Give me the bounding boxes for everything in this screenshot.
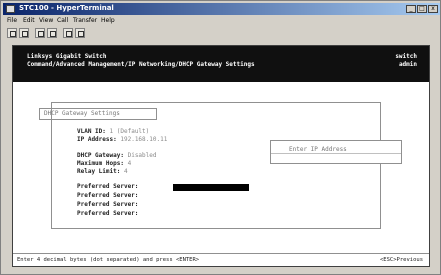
app-icon [6, 5, 15, 13]
preferred-server-label: Preferred Server: [77, 201, 139, 208]
device-title: Linksys Gigabit Switch [27, 53, 107, 60]
vlan-id-row: VLAN ID: 1 (Default) [77, 128, 149, 135]
vlan-id-label: VLAN ID: [77, 128, 106, 135]
disconnect-icon[interactable] [47, 28, 57, 38]
open-icon[interactable] [19, 28, 29, 38]
hyperterminal-window: STC100 - HyperTerminal _ □ x File Edit V… [0, 0, 441, 275]
preferred-server-row[interactable]: Preferred Server: [77, 201, 138, 208]
phone-icon[interactable] [35, 28, 45, 38]
ip-address-prompt[interactable]: Enter IP Address [270, 140, 402, 164]
dhcp-gateway-value[interactable]: Disabled [128, 152, 157, 159]
close-button[interactable]: x [428, 5, 438, 13]
minimize-button[interactable]: _ [406, 5, 416, 13]
menu-edit[interactable]: Edit [23, 17, 35, 24]
dhcp-gateway-row[interactable]: DHCP Gateway: Disabled [77, 152, 157, 159]
ip-address-row: IP Address: 192.168.10.11 [77, 136, 167, 143]
title-bar[interactable]: STC100 - HyperTerminal _ □ x [3, 3, 440, 15]
max-hops-value[interactable]: 4 [128, 160, 132, 167]
preferred-server-row[interactable]: Preferred Server: [77, 192, 138, 199]
menu-file[interactable]: File [7, 17, 17, 24]
max-hops-label: Maximum Hops: [77, 160, 124, 167]
menu-transfer[interactable]: Transfer [73, 17, 97, 24]
menu-view[interactable]: View [39, 17, 53, 24]
panel-title-box: DHCP Gateway Settings [39, 108, 157, 120]
toolbar [3, 27, 440, 39]
ip-prompt-label: Enter IP Address [289, 146, 347, 153]
device-name: switch [395, 53, 417, 60]
relay-limit-value[interactable]: 4 [124, 168, 128, 175]
esc-previous-hint[interactable]: <ESC>Previous [380, 257, 423, 263]
relay-limit-row[interactable]: Relay Limit: 4 [77, 168, 128, 175]
vlan-id-value: 1 (Default) [109, 128, 150, 135]
window-title: STC100 - HyperTerminal [19, 4, 114, 12]
panel-title: DHCP Gateway Settings [44, 110, 120, 117]
ip-address-label: IP Address: [77, 136, 117, 143]
preferred-server-label: Preferred Server: [77, 210, 139, 217]
preferred-server-row[interactable]: Preferred Server: [77, 183, 138, 190]
new-icon[interactable] [7, 28, 17, 38]
menu-help[interactable]: Help [101, 17, 115, 24]
user-name: admin [398, 61, 417, 68]
relay-limit-label: Relay Limit: [77, 168, 121, 175]
dhcp-gateway-label: DHCP Gateway: [77, 152, 124, 159]
terminal-screen[interactable]: Linksys Gigabit Switch Command/Advanced … [12, 45, 430, 267]
max-hops-row[interactable]: Maximum Hops: 4 [77, 160, 131, 167]
properties-icon[interactable] [75, 28, 85, 38]
send-icon[interactable] [63, 28, 73, 38]
preferred-server-label: Preferred Server: [77, 183, 139, 190]
terminal-header: Linksys Gigabit Switch Command/Advanced … [13, 46, 429, 82]
ip-prompt-divider [271, 153, 401, 154]
menu-path: Command/Advanced Management/IP Networkin… [27, 61, 255, 68]
preferred-server-input-active[interactable] [173, 184, 249, 191]
menu-call[interactable]: Call [57, 17, 68, 24]
maximize-button[interactable]: □ [417, 5, 427, 13]
status-divider [13, 253, 429, 254]
menu-bar: File Edit View Call Transfer Help [3, 16, 440, 26]
ip-address-value: 192.168.10.11 [120, 136, 168, 143]
preferred-server-label: Preferred Server: [77, 192, 139, 199]
preferred-server-row[interactable]: Preferred Server: [77, 210, 138, 217]
status-help-text: Enter 4 decimal bytes (dot separated) an… [17, 257, 200, 263]
